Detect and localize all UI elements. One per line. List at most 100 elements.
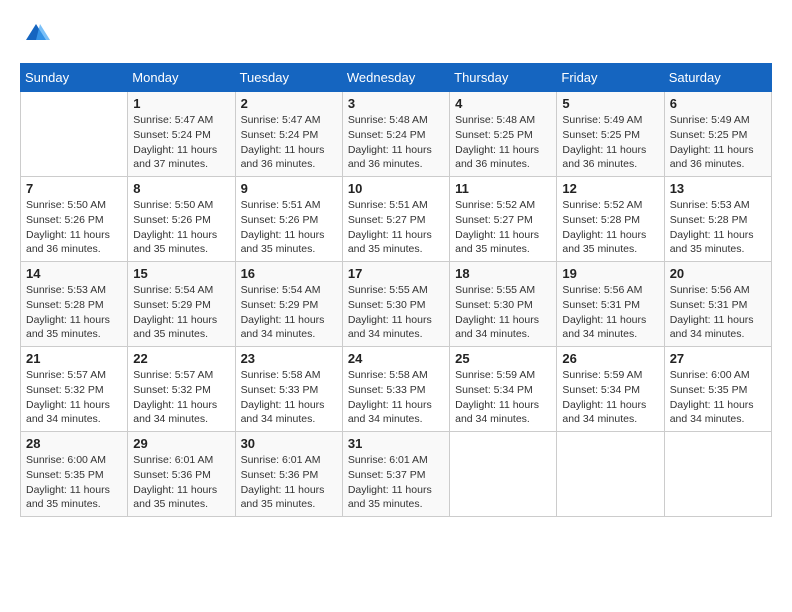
calendar-week-row: 21Sunrise: 5:57 AMSunset: 5:32 PMDayligh… bbox=[21, 347, 772, 432]
logo bbox=[20, 20, 50, 53]
day-number: 1 bbox=[133, 96, 229, 111]
day-info: Sunrise: 6:00 AMSunset: 5:35 PMDaylight:… bbox=[670, 368, 766, 427]
calendar-cell: 26 Sunrise: 5:59 AMSunset: 5:34 PMDayligh… bbox=[557, 347, 664, 432]
day-number: 24 bbox=[348, 351, 444, 366]
day-info: Sunrise: 5:54 AMSunset: 5:29 PMDaylight:… bbox=[133, 283, 229, 342]
column-header-thursday: Thursday bbox=[450, 64, 557, 92]
calendar-cell: 2Sunrise: 5:47 AMSunset: 5:24 PMDaylight… bbox=[235, 92, 342, 177]
calendar-cell: 17 Sunrise: 5:55 AMSunset: 5:30 PMDayligh… bbox=[342, 262, 449, 347]
calendar-cell: 12 Sunrise: 5:52 AMSunset: 5:28 PMDayligh… bbox=[557, 177, 664, 262]
calendar-cell: 27 Sunrise: 6:00 AMSunset: 5:35 PMDayligh… bbox=[664, 347, 771, 432]
day-number: 8 bbox=[133, 181, 229, 196]
calendar-cell: 31 Sunrise: 6:01 AMSunset: 5:37 PMDayligh… bbox=[342, 432, 449, 517]
calendar-cell: 1 Sunrise: 5:47 AMSunset: 5:24 PMDaylight… bbox=[128, 92, 235, 177]
calendar-cell: 20 Sunrise: 5:56 AMSunset: 5:31 PMDayligh… bbox=[664, 262, 771, 347]
day-number: 3 bbox=[348, 96, 444, 111]
calendar-cell: 29Sunrise: 6:01 AMSunset: 5:36 PMDayligh… bbox=[128, 432, 235, 517]
day-info: Sunrise: 5:52 AMSunset: 5:27 PMDaylight:… bbox=[455, 198, 551, 257]
day-number: 2 bbox=[241, 96, 337, 111]
day-number: 14 bbox=[26, 266, 122, 281]
calendar-cell: 14 Sunrise: 5:53 AMSunset: 5:28 PMDayligh… bbox=[21, 262, 128, 347]
calendar-cell: 8 Sunrise: 5:50 AMSunset: 5:26 PMDaylight… bbox=[128, 177, 235, 262]
day-number: 12 bbox=[562, 181, 658, 196]
day-info: Sunrise: 5:49 AMSunset: 5:25 PMDaylight:… bbox=[670, 113, 766, 172]
calendar-cell: 18Sunrise: 5:55 AMSunset: 5:30 PMDayligh… bbox=[450, 262, 557, 347]
day-number: 16 bbox=[241, 266, 337, 281]
day-info: Sunrise: 5:50 AMSunset: 5:26 PMDaylight:… bbox=[133, 198, 229, 257]
day-info: Sunrise: 6:01 AMSunset: 5:36 PMDaylight:… bbox=[241, 453, 337, 512]
day-number: 18 bbox=[455, 266, 551, 281]
day-info: Sunrise: 5:52 AMSunset: 5:28 PMDaylight:… bbox=[562, 198, 658, 257]
column-header-friday: Friday bbox=[557, 64, 664, 92]
calendar-cell: 30 Sunrise: 6:01 AMSunset: 5:36 PMDayligh… bbox=[235, 432, 342, 517]
calendar-cell: 19 Sunrise: 5:56 AMSunset: 5:31 PMDayligh… bbox=[557, 262, 664, 347]
page-header bbox=[20, 20, 772, 53]
calendar-cell: 11 Sunrise: 5:52 AMSunset: 5:27 PMDayligh… bbox=[450, 177, 557, 262]
day-number: 17 bbox=[348, 266, 444, 281]
calendar-cell: 4 Sunrise: 5:48 AMSunset: 5:25 PMDaylight… bbox=[450, 92, 557, 177]
calendar-cell: 25 Sunrise: 5:59 AMSunset: 5:34 PMDayligh… bbox=[450, 347, 557, 432]
day-info: Sunrise: 5:59 AMSunset: 5:34 PMDaylight:… bbox=[455, 368, 551, 427]
calendar-cell bbox=[21, 92, 128, 177]
day-number: 10 bbox=[348, 181, 444, 196]
calendar-cell bbox=[450, 432, 557, 517]
logo-icon bbox=[22, 20, 50, 48]
calendar-week-row: 7 Sunrise: 5:50 AMSunset: 5:26 PMDaylight… bbox=[21, 177, 772, 262]
calendar-cell: 23 Sunrise: 5:58 AMSunset: 5:33 PMDayligh… bbox=[235, 347, 342, 432]
day-number: 31 bbox=[348, 436, 444, 451]
day-number: 22 bbox=[133, 351, 229, 366]
day-number: 20 bbox=[670, 266, 766, 281]
column-header-saturday: Saturday bbox=[664, 64, 771, 92]
day-number: 4 bbox=[455, 96, 551, 111]
day-number: 28 bbox=[26, 436, 122, 451]
calendar-header-row: SundayMondayTuesdayWednesdayThursdayFrid… bbox=[21, 64, 772, 92]
day-info: Sunrise: 5:58 AMSunset: 5:33 PMDaylight:… bbox=[241, 368, 337, 427]
day-info: Sunrise: 5:51 AMSunset: 5:27 PMDaylight:… bbox=[348, 198, 444, 257]
day-info: Sunrise: 5:51 AMSunset: 5:26 PMDaylight:… bbox=[241, 198, 337, 257]
day-info: Sunrise: 6:01 AMSunset: 5:37 PMDaylight:… bbox=[348, 453, 444, 512]
calendar-cell: 5Sunrise: 5:49 AMSunset: 5:25 PMDaylight… bbox=[557, 92, 664, 177]
calendar-table: SundayMondayTuesdayWednesdayThursdayFrid… bbox=[20, 63, 772, 517]
day-number: 13 bbox=[670, 181, 766, 196]
day-info: Sunrise: 5:59 AMSunset: 5:34 PMDaylight:… bbox=[562, 368, 658, 427]
calendar-cell bbox=[557, 432, 664, 517]
calendar-cell: 3 Sunrise: 5:48 AMSunset: 5:24 PMDaylight… bbox=[342, 92, 449, 177]
calendar-cell: 24 Sunrise: 5:58 AMSunset: 5:33 PMDayligh… bbox=[342, 347, 449, 432]
calendar-cell: 9 Sunrise: 5:51 AMSunset: 5:26 PMDaylight… bbox=[235, 177, 342, 262]
day-info: Sunrise: 5:57 AMSunset: 5:32 PMDaylight:… bbox=[26, 368, 122, 427]
column-header-tuesday: Tuesday bbox=[235, 64, 342, 92]
day-info: Sunrise: 5:53 AMSunset: 5:28 PMDaylight:… bbox=[670, 198, 766, 257]
column-header-wednesday: Wednesday bbox=[342, 64, 449, 92]
calendar-cell: 7Sunrise: 5:50 AMSunset: 5:26 PMDaylight… bbox=[21, 177, 128, 262]
day-info: Sunrise: 5:47 AMSunset: 5:24 PMDaylight:… bbox=[133, 113, 229, 172]
day-info: Sunrise: 6:00 AMSunset: 5:35 PMDaylight:… bbox=[26, 453, 122, 512]
day-number: 30 bbox=[241, 436, 337, 451]
day-info: Sunrise: 5:54 AMSunset: 5:29 PMDaylight:… bbox=[241, 283, 337, 342]
day-number: 9 bbox=[241, 181, 337, 196]
day-number: 27 bbox=[670, 351, 766, 366]
day-number: 26 bbox=[562, 351, 658, 366]
calendar-week-row: 14 Sunrise: 5:53 AMSunset: 5:28 PMDayligh… bbox=[21, 262, 772, 347]
calendar-week-row: 28 Sunrise: 6:00 AMSunset: 5:35 PMDayligh… bbox=[21, 432, 772, 517]
calendar-cell: 6Sunrise: 5:49 AMSunset: 5:25 PMDaylight… bbox=[664, 92, 771, 177]
day-info: Sunrise: 5:53 AMSunset: 5:28 PMDaylight:… bbox=[26, 283, 122, 342]
column-header-sunday: Sunday bbox=[21, 64, 128, 92]
calendar-cell: 16 Sunrise: 5:54 AMSunset: 5:29 PMDayligh… bbox=[235, 262, 342, 347]
day-info: Sunrise: 5:55 AMSunset: 5:30 PMDaylight:… bbox=[348, 283, 444, 342]
day-number: 23 bbox=[241, 351, 337, 366]
day-info: Sunrise: 6:01 AMSunset: 5:36 PMDaylight:… bbox=[133, 453, 229, 512]
calendar-cell: 15Sunrise: 5:54 AMSunset: 5:29 PMDayligh… bbox=[128, 262, 235, 347]
day-number: 19 bbox=[562, 266, 658, 281]
day-number: 11 bbox=[455, 181, 551, 196]
day-info: Sunrise: 5:48 AMSunset: 5:24 PMDaylight:… bbox=[348, 113, 444, 172]
calendar-cell: 13 Sunrise: 5:53 AMSunset: 5:28 PMDayligh… bbox=[664, 177, 771, 262]
day-info: Sunrise: 5:56 AMSunset: 5:31 PMDaylight:… bbox=[670, 283, 766, 342]
day-info: Sunrise: 5:58 AMSunset: 5:33 PMDaylight:… bbox=[348, 368, 444, 427]
calendar-cell: 21Sunrise: 5:57 AMSunset: 5:32 PMDayligh… bbox=[21, 347, 128, 432]
calendar-cell: 28 Sunrise: 6:00 AMSunset: 5:35 PMDayligh… bbox=[21, 432, 128, 517]
day-info: Sunrise: 5:48 AMSunset: 5:25 PMDaylight:… bbox=[455, 113, 551, 172]
day-info: Sunrise: 5:56 AMSunset: 5:31 PMDaylight:… bbox=[562, 283, 658, 342]
day-number: 7 bbox=[26, 181, 122, 196]
calendar-cell: 10 Sunrise: 5:51 AMSunset: 5:27 PMDayligh… bbox=[342, 177, 449, 262]
day-number: 25 bbox=[455, 351, 551, 366]
